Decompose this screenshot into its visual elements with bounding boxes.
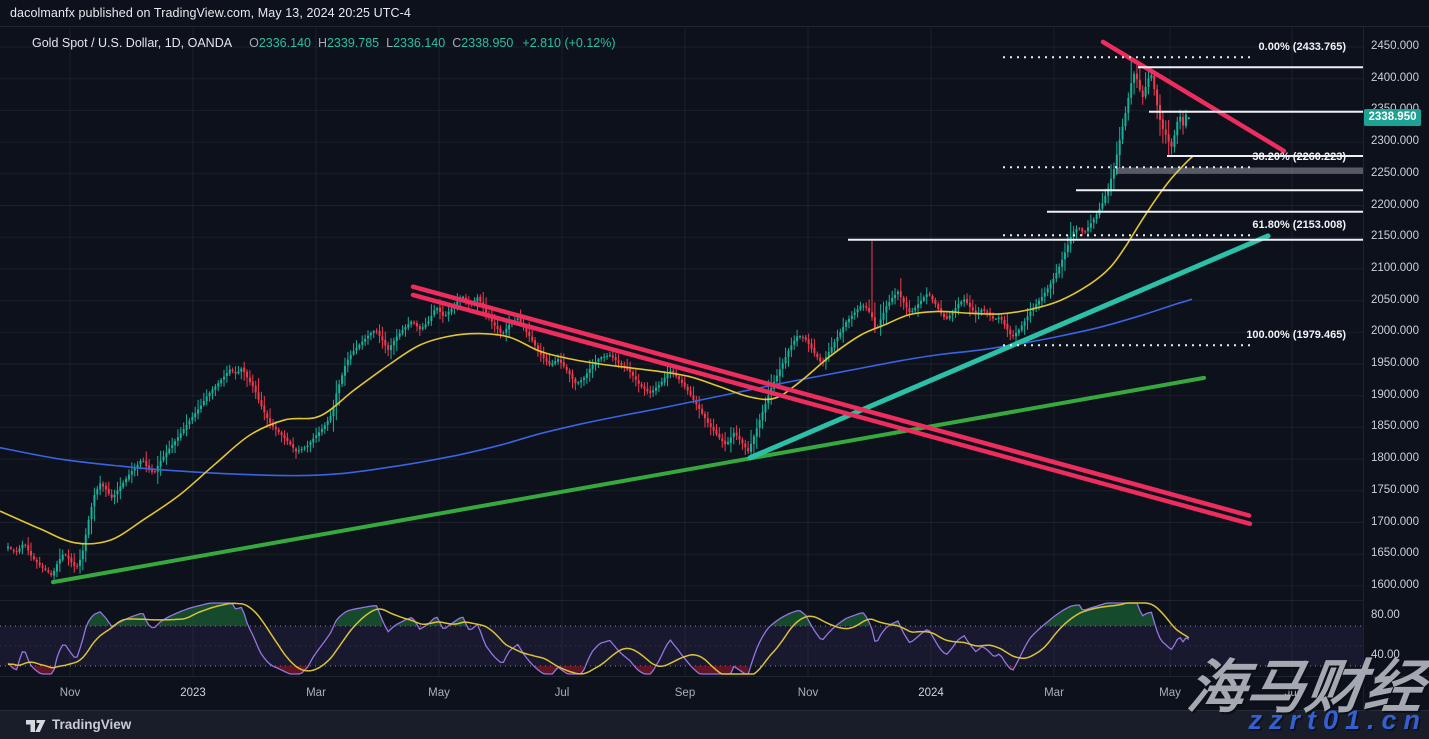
chart-legend[interactable]: Gold Spot / U.S. Dollar, 1D, OANDAO2336.… bbox=[32, 36, 616, 50]
ohlc-high-label: H bbox=[318, 36, 327, 50]
price-axis-label: 1800.000 bbox=[1371, 452, 1419, 464]
price-axis-label: 1900.000 bbox=[1371, 389, 1419, 401]
price-axis-label: 1700.000 bbox=[1371, 516, 1419, 528]
ohlc-open-value: 2336.140 bbox=[259, 36, 311, 50]
price-axis-label: 1600.000 bbox=[1371, 579, 1419, 591]
rsi-band bbox=[0, 626, 1363, 666]
watermark-domain: zzrt01.cn bbox=[1248, 705, 1427, 736]
tradingview-published-chart: dacolmanfx published on TradingView.com,… bbox=[0, 0, 1429, 739]
time-axis-label: Mar bbox=[1044, 687, 1064, 699]
ohlc-close-value: 2338.950 bbox=[461, 36, 513, 50]
change-value: +2.810 (+0.12%) bbox=[522, 36, 615, 50]
main-pane bbox=[0, 42, 1363, 584]
rsi-pane bbox=[0, 603, 1363, 674]
price-axis-label: 1950.000 bbox=[1371, 357, 1419, 369]
price-axis-label: 2050.000 bbox=[1371, 294, 1419, 306]
time-axis-label: 2024 bbox=[918, 687, 944, 699]
publish-info-text: dacolmanfx published on TradingView.com,… bbox=[10, 6, 411, 20]
price-axis-label: 2450.000 bbox=[1371, 40, 1419, 52]
trendline-green-ascending-support[interactable] bbox=[53, 378, 1204, 582]
price-axis-label: 2000.000 bbox=[1371, 325, 1419, 337]
price-axis-label: 1650.000 bbox=[1371, 547, 1419, 559]
fib-level-label: 61.80% (2153.008) bbox=[1252, 219, 1346, 231]
price-axis-label: 2100.000 bbox=[1371, 262, 1419, 274]
time-axis-label: Mar bbox=[306, 687, 326, 699]
ohlc-open-label: O bbox=[249, 36, 259, 50]
price-axis-label: 2200.000 bbox=[1371, 199, 1419, 211]
trendline-pink-channel-lower[interactable] bbox=[413, 295, 1250, 524]
symbol-title: Gold Spot / U.S. Dollar, 1D, OANDA bbox=[32, 36, 232, 50]
price-axis-label: 2150.000 bbox=[1371, 230, 1419, 242]
time-axis-label: Jul bbox=[555, 687, 570, 699]
publish-info-bar: dacolmanfx published on TradingView.com,… bbox=[0, 0, 1429, 27]
fib-level-label: 38.20% (2260.223) bbox=[1252, 151, 1346, 163]
time-axis-label: 2023 bbox=[180, 687, 206, 699]
ohlc-close-label: C bbox=[452, 36, 461, 50]
price-axis-label: 2250.000 bbox=[1371, 167, 1419, 179]
time-axis-label: May bbox=[1159, 687, 1181, 699]
ohlc-high-value: 2339.785 bbox=[327, 36, 379, 50]
price-axis-label: 2300.000 bbox=[1371, 135, 1419, 147]
tradingview-logo-icon[interactable] bbox=[25, 718, 47, 734]
last-price-badge: 2338.950 bbox=[1364, 109, 1421, 126]
price-axis-label: 2400.000 bbox=[1371, 72, 1419, 84]
time-axis-label: Nov bbox=[60, 687, 80, 699]
tradingview-brand[interactable]: TradingView bbox=[52, 717, 131, 732]
grid bbox=[0, 28, 1363, 676]
price-axis-separator bbox=[1363, 27, 1364, 710]
fib-level-label: 0.00% (2433.765) bbox=[1259, 41, 1346, 53]
price-axis-label: 1750.000 bbox=[1371, 484, 1419, 496]
fib-level-label: 100.00% (1979.465) bbox=[1246, 329, 1346, 341]
ohlc-low-value: 2336.140 bbox=[393, 36, 445, 50]
time-axis-label: May bbox=[428, 687, 450, 699]
rsi-axis-label: 80.00 bbox=[1371, 609, 1400, 621]
chart-canvas[interactable] bbox=[0, 0, 1429, 739]
candlestick-series bbox=[7, 59, 1190, 584]
supply-zone-band[interactable] bbox=[1116, 168, 1363, 174]
time-axis-label: Sep bbox=[675, 687, 695, 699]
price-axis-label: 1850.000 bbox=[1371, 420, 1419, 432]
time-axis-label: Nov bbox=[798, 687, 818, 699]
